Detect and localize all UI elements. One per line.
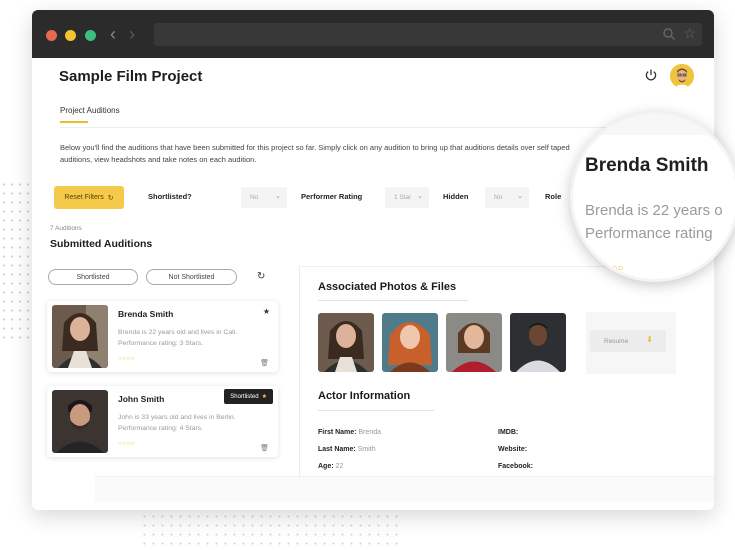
chevron-down-icon: ⌄ xyxy=(417,193,423,200)
resume-download-button[interactable]: Resume ⬇ xyxy=(590,330,666,352)
address-bar[interactable]: ☆ xyxy=(154,23,702,46)
avatar-icon xyxy=(670,64,694,88)
website-label: Website: xyxy=(498,446,528,453)
first-name-row: First Name: Brenda xyxy=(318,429,381,436)
shortlisted-badge-label: Shortlisted xyxy=(230,393,259,400)
back-arrow-icon[interactable]: ‹ xyxy=(110,24,116,44)
gallery-photo[interactable] xyxy=(318,313,374,372)
audition-description: John is 33 years old and lives in Berlin… xyxy=(118,414,236,432)
age-value: 22 xyxy=(335,463,344,470)
gallery-photo[interactable] xyxy=(446,313,502,372)
hidden-filter-label: Hidden xyxy=(443,192,469,201)
intro-text: Below you'll find the auditions that hav… xyxy=(60,143,570,164)
star-icon[interactable]: ★ xyxy=(263,307,270,316)
magnifier-content: Brenda Smith Brenda is 22 years o Perfor… xyxy=(573,115,735,279)
download-icon: ⬇ xyxy=(646,335,653,344)
role-filter-label: Role xyxy=(545,192,562,201)
browser-title-bar: ‹ › ☆ xyxy=(32,10,714,58)
avatar[interactable] xyxy=(670,64,694,88)
audition-card[interactable]: John Smith John is 33 years old and live… xyxy=(47,386,278,457)
audition-detail-panel: Associated Photos & Files Resume ⬇ Actor… xyxy=(299,266,687,476)
magnifier-callout: Brenda Smith Brenda is 22 years o Perfor… xyxy=(570,112,735,282)
decorative-dots-bottom xyxy=(140,512,400,546)
first-name-label: First Name: xyxy=(318,429,357,436)
facebook-row: Facebook: xyxy=(498,463,533,470)
first-name-value: Brenda xyxy=(358,429,382,436)
forward-arrow-icon[interactable]: › xyxy=(129,24,135,44)
hidden-select-value: No xyxy=(494,194,503,201)
maximize-window-button[interactable] xyxy=(85,30,96,41)
gallery-photo[interactable] xyxy=(382,313,438,372)
shortlisted-badge[interactable]: Shortlisted ★ xyxy=(224,389,273,404)
imdb-label: IMDB: xyxy=(498,429,519,436)
shortlisted-filter-label: Shortlisted? xyxy=(148,192,192,201)
magnified-rating-stars: ○○○ xyxy=(606,263,623,274)
actor-title-underline xyxy=(318,410,434,411)
performer-rating-filter-label: Performer Rating xyxy=(301,192,363,201)
close-window-button[interactable] xyxy=(46,30,57,41)
magnified-name: Brenda Smith xyxy=(585,155,709,176)
page-bottom-strip xyxy=(95,476,714,502)
age-label: Age: xyxy=(318,463,334,470)
website-row: Website: xyxy=(498,446,527,453)
shortlisted-select[interactable]: No ⌄ xyxy=(241,187,287,208)
audition-card[interactable]: Brenda Smith Brenda is 22 years old and … xyxy=(47,301,278,372)
photos-files-title: Associated Photos & Files xyxy=(318,281,457,293)
photos-title-underline xyxy=(318,300,468,301)
magnified-description: Brenda is 22 years o Performance rating xyxy=(585,199,723,245)
tab-project-auditions[interactable]: Project Auditions xyxy=(60,106,120,115)
audition-name: John Smith xyxy=(118,394,165,404)
trash-icon[interactable]: 🗑 xyxy=(260,359,269,367)
minimize-window-button[interactable] xyxy=(65,30,76,41)
age-row: Age: 22 xyxy=(318,463,343,470)
star-icon[interactable]: ☆ xyxy=(683,25,696,42)
submitted-auditions-title: Submitted Auditions xyxy=(50,238,153,250)
gallery-photo[interactable] xyxy=(510,313,566,372)
search-icon[interactable] xyxy=(662,27,676,41)
star-icon: ★ xyxy=(261,394,267,400)
rating-stars: ○○○○ xyxy=(118,441,135,447)
magnifier-top-strip xyxy=(573,115,735,135)
page-title: Sample Film Project xyxy=(59,68,203,85)
shortlisted-filter-pill[interactable]: Shortlisted xyxy=(48,269,138,285)
headshot-photo xyxy=(52,305,108,368)
power-icon[interactable] xyxy=(644,68,658,82)
last-name-row: Last Name: Smith xyxy=(318,446,376,453)
chevron-down-icon: ⌄ xyxy=(517,193,523,200)
actor-information-title: Actor Information xyxy=(318,390,411,402)
rating-stars: ○○○○ xyxy=(118,356,135,362)
auditions-count: 7 Auditions xyxy=(50,225,82,232)
hidden-select[interactable]: No ⌄ xyxy=(485,187,529,208)
magnified-line-1: Brenda is 22 years o xyxy=(585,202,723,219)
trash-icon[interactable]: 🗑 xyxy=(260,444,269,452)
refresh-icon[interactable]: ↻ xyxy=(257,271,265,282)
reset-filters-label: Reset Filters xyxy=(64,194,104,201)
active-tab-indicator xyxy=(60,121,88,123)
chevron-down-icon: ⌄ xyxy=(275,193,281,200)
last-name-value: Smith xyxy=(357,446,376,453)
facebook-label: Facebook: xyxy=(498,463,534,470)
magnified-line-2: Performance rating xyxy=(585,225,713,242)
audition-name: Brenda Smith xyxy=(118,309,174,319)
last-name-label: Last Name: xyxy=(318,446,356,453)
reset-filters-button[interactable]: Reset Filters ↻ xyxy=(54,186,124,209)
shortlisted-select-value: No xyxy=(250,194,259,201)
not-shortlisted-filter-pill[interactable]: Not Shortlisted xyxy=(146,269,237,285)
refresh-icon: ↻ xyxy=(107,194,114,202)
performer-rating-select[interactable]: 1 Star ⌄ xyxy=(385,187,429,208)
resume-label: Resume xyxy=(604,337,629,345)
headshot-photo xyxy=(52,390,108,453)
imdb-row: IMDB: xyxy=(498,429,518,436)
audition-description: Brenda is 22 years old and lives in Cali… xyxy=(118,329,238,347)
performer-rating-select-value: 1 Star xyxy=(394,194,412,201)
